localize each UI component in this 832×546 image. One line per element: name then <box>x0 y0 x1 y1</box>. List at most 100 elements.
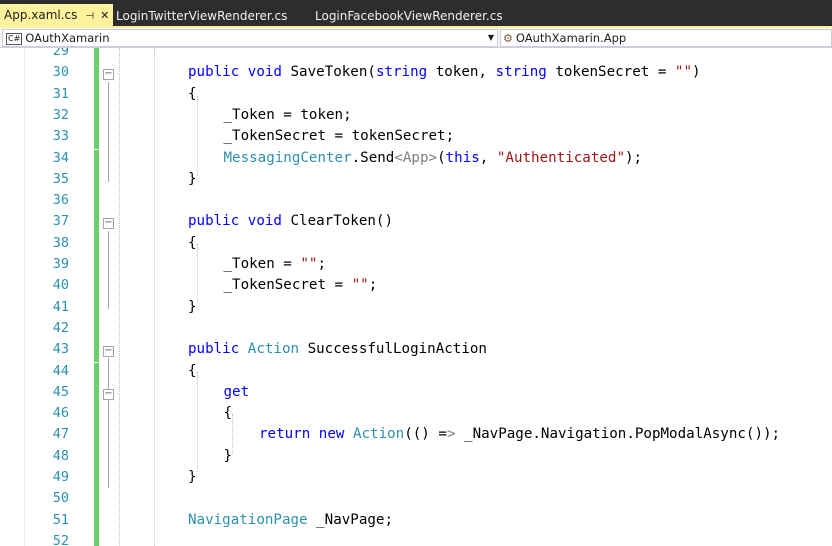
type-dropdown-value: OAuthXamarin.App <box>515 31 627 45</box>
code-text: get <box>223 383 250 400</box>
change-tracking-bar <box>94 383 99 406</box>
line-number: 33 <box>52 128 69 145</box>
change-tracking-bar <box>94 64 99 86</box>
code-text: } <box>223 447 233 464</box>
code-line[interactable]: 38 { <box>0 234 832 256</box>
collapse-toggle-icon[interactable]: − <box>103 346 114 358</box>
change-tracking-bar <box>94 405 99 427</box>
line-number: 41 <box>52 298 69 315</box>
change-tracking-bar <box>94 106 99 129</box>
line-number: 47 <box>52 426 69 443</box>
code-text: _Token = token; <box>223 106 352 123</box>
code-line[interactable]: 48} <box>0 447 832 469</box>
code-line[interactable]: 52 <box>0 532 832 546</box>
line-number: 44 <box>52 362 69 379</box>
line-number: 30 <box>52 64 69 81</box>
change-tracking-bar <box>94 298 99 320</box>
collapse-toggle-icon[interactable]: − <box>103 388 114 400</box>
code-text: } <box>188 469 197 485</box>
tab-label: App.xaml.cs <box>4 8 78 22</box>
code-text: { <box>188 362 197 379</box>
change-tracking-bar <box>94 48 99 65</box>
code-line[interactable]: 34 MessagingCenter.Send<App>(this, "Authe… <box>0 149 832 171</box>
code-line[interactable]: 33 _TokenSecret = tokenSecret; <box>0 128 832 150</box>
collapse-toggle-icon[interactable]: − <box>103 69 114 81</box>
code-line[interactable]: 30 − public void SaveToken(string token, s… <box>0 64 832 86</box>
class-icon: ⚙ <box>503 32 513 45</box>
code-text: } <box>188 298 197 315</box>
change-tracking-bar <box>94 362 99 384</box>
tab-login-facebook-view-renderer[interactable]: LoginFacebookViewRenderer.cs <box>315 6 503 26</box>
line-number: 38 <box>52 234 69 251</box>
code-line[interactable]: 40 _TokenSecret = ""; <box>0 277 832 299</box>
document-tab-strip: App.xaml.cs ⊣ ✕ LoginTwitterViewRenderer.c… <box>0 0 832 26</box>
code-text: _Token = ""; <box>223 256 327 272</box>
code-line[interactable]: 37 − public void ClearToken() <box>0 213 832 235</box>
tab-label: LoginFacebookViewRenderer.cs <box>315 9 503 23</box>
line-number: 48 <box>52 447 69 464</box>
code-line[interactable]: 47 return new Action(() => _NavPage.Navig… <box>0 426 832 448</box>
code-line[interactable]: 50 <box>0 490 832 512</box>
code-line[interactable]: 31 { <box>0 85 832 107</box>
code-line[interactable]: 36 <box>0 192 832 214</box>
code-line[interactable]: 32 _Token = token; <box>0 106 832 129</box>
code-line[interactable]: 44 { <box>0 362 832 384</box>
line-number: 31 <box>52 85 69 102</box>
line-number: 29 <box>52 48 69 59</box>
line-number: 37 <box>52 213 69 230</box>
change-tracking-bar <box>94 213 99 235</box>
code-line[interactable]: 42 <box>0 319 832 342</box>
code-line[interactable]: 41} <box>0 298 832 320</box>
code-text: } <box>188 170 197 187</box>
project-dropdown-value: OAuthXamarin <box>25 31 110 45</box>
code-line[interactable]: 35} <box>0 170 832 193</box>
pin-icon[interactable]: ⊣ <box>85 6 94 28</box>
navigation-bar: C# OAuthXamarin ▼ ⚙ OAuthXamarin.App <box>0 28 832 48</box>
close-icon[interactable]: ✕ <box>100 5 109 27</box>
code-line[interactable]: 29 <box>0 48 832 65</box>
code-text: return new Action(() => _NavPage.Navigat… <box>259 426 781 443</box>
tab-app-xaml-cs[interactable]: App.xaml.cs ⊣ ✕ <box>0 4 114 28</box>
code-text: MessagingCenter.Send<App>(this, "Authent… <box>223 149 643 166</box>
code-text: _TokenSecret = tokenSecret; <box>223 128 455 145</box>
tab-label: LoginTwitterViewRenderer.cs <box>116 9 288 23</box>
line-number: 40 <box>52 277 69 294</box>
line-number: 51 <box>52 511 69 528</box>
csharp-project-icon: C# <box>6 32 23 45</box>
tab-login-twitter-view-renderer[interactable]: LoginTwitterViewRenderer.cs <box>116 6 287 26</box>
chevron-down-icon: ▼ <box>487 33 494 42</box>
line-number: 50 <box>52 490 69 507</box>
code-text: public Action SuccessfulLoginAction <box>188 341 487 358</box>
line-number: 39 <box>52 256 69 272</box>
code-line[interactable]: 51 NavigationPage _NavPage; <box>0 511 832 533</box>
change-tracking-bar <box>94 319 99 342</box>
change-tracking-bar <box>94 128 99 150</box>
line-number: 32 <box>52 106 69 123</box>
code-line[interactable]: 49} <box>0 469 832 491</box>
code-line[interactable]: 43 − public Action SuccessfulLoginAction <box>0 341 832 363</box>
code-text: NavigationPage _NavPage; <box>188 511 394 528</box>
code-line[interactable]: 46 { <box>0 405 832 427</box>
line-number: 35 <box>52 170 69 187</box>
collapse-toggle-icon[interactable]: − <box>103 218 114 230</box>
change-tracking-bar <box>94 234 99 256</box>
type-dropdown[interactable]: ⚙ OAuthXamarin.App <box>500 29 832 47</box>
code-text: public void ClearToken() <box>188 213 394 230</box>
change-tracking-bar <box>94 341 99 363</box>
project-dropdown[interactable]: C# OAuthXamarin ▼ <box>2 29 498 47</box>
code-line[interactable]: 45 − get <box>0 383 832 406</box>
change-tracking-bar <box>94 426 99 448</box>
change-tracking-bar <box>94 490 99 512</box>
line-number: 52 <box>52 532 69 546</box>
code-text: public void SaveToken(string token, stri… <box>188 64 701 81</box>
change-tracking-bar <box>94 277 99 299</box>
code-editor[interactable]: 29 30 − public void SaveToken(string token,… <box>0 48 832 546</box>
line-number: 45 <box>52 383 69 400</box>
change-tracking-bar <box>94 85 99 107</box>
change-tracking-bar <box>94 192 99 214</box>
change-tracking-bar <box>94 149 99 171</box>
code-line[interactable]: 39 _Token = ""; <box>0 256 832 278</box>
code-text: { <box>223 405 233 422</box>
change-tracking-bar <box>94 447 99 469</box>
change-tracking-bar <box>94 256 99 278</box>
